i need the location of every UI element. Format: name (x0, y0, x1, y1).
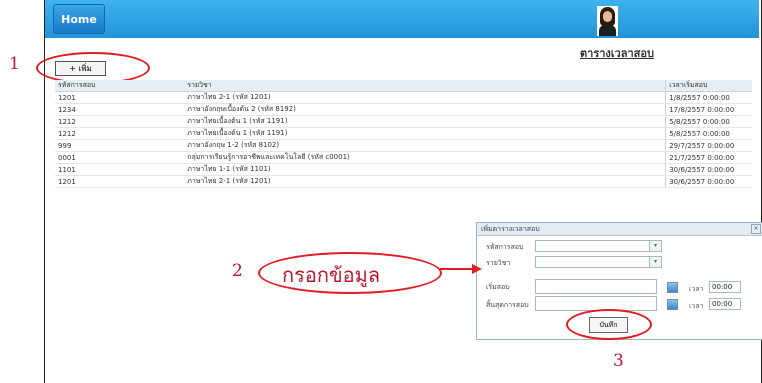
chevron-down-icon[interactable]: ▾ (649, 241, 661, 251)
cell-subject: ภาษาอังกฤษเบื้องต้น 2 (รหัส 8192) (184, 103, 666, 116)
cell-start-time: 30/6/2557 0:00:00 (665, 175, 752, 188)
table-row[interactable]: 1212 ภาษาไทยเบื้องต้น 1 (รหัส 1191) 5/8/25… (55, 115, 752, 128)
cell-exam-code: 999 (55, 139, 185, 152)
table-row[interactable]: 0001 กลุ่มการเรียนรู้การอาชีพและเทคโนโลยี… (55, 151, 752, 164)
table-row[interactable]: 1201 ภาษาไทย 2-1 (รหัส 1201) 1/8/2557 0:00… (55, 91, 752, 104)
table-header-row: รหัสการสอบ รายวิชา เวลาเริ่มสอบ (55, 80, 752, 92)
step-1-number: 1 (9, 54, 20, 74)
start-date-label: เริ่มสอบ (486, 283, 510, 291)
chevron-down-icon[interactable]: ▾ (649, 257, 661, 267)
cell-subject: ภาษาไทยเบื้องต้น 1 (รหัส 1191) (184, 115, 666, 128)
step-3-number: 3 (613, 351, 624, 371)
calendar-icon[interactable] (667, 282, 678, 293)
cell-exam-code: 1234 (55, 103, 185, 116)
start-date-input[interactable] (535, 279, 657, 294)
cell-subject: ภาษาอังกฤษ 1-2 (รหัส 8102) (184, 139, 666, 152)
dialog-titlebar: เพิ่มตารางเวลาสอบ × (477, 223, 762, 236)
exam-code-label: รหัสการสอบ (486, 243, 524, 251)
dialog-title: เพิ่มตารางเวลาสอบ (481, 225, 540, 233)
table-row[interactable]: 1212 ภาษาไทยเบื้องต้น 1 (รหัส 1191) 5/8/25… (55, 127, 752, 140)
cell-exam-code: 1101 (55, 163, 185, 176)
cell-subject: ภาษาไทยเบื้องต้น 1 (รหัส 1191) (184, 127, 666, 140)
user-avatar[interactable] (597, 6, 618, 36)
header-start-time[interactable]: เวลาเริ่มสอบ (665, 80, 752, 92)
end-time-input[interactable]: 00:00 (709, 298, 741, 310)
cell-start-time: 29/7/2557 0:00:00 (665, 139, 752, 152)
home-tab[interactable]: Home (53, 4, 105, 34)
step-2-number: 2 (232, 261, 243, 281)
cell-subject: ภาษาไทย 2-1 (รหัส 1201) (184, 175, 666, 188)
table-row[interactable]: 999 ภาษาอังกฤษ 1-2 (รหัส 8102) 29/7/2557 0… (55, 139, 752, 152)
avatar-body (599, 25, 616, 36)
cell-exam-code: 1201 (55, 91, 185, 104)
header-subject[interactable]: รายวิชา (184, 80, 666, 92)
arrow-right-icon (440, 264, 482, 274)
cell-start-time: 5/8/2557 0:00:00 (665, 115, 752, 128)
cell-start-time: 30/6/2557 0:00:00 (665, 163, 752, 176)
end-date-label: สิ้นสุดการสอบ (486, 301, 529, 309)
cell-subject: ภาษาไทย 1-1 (รหัส 1101) (184, 163, 666, 176)
exam-schedule-table: รหัสการสอบ รายวิชา เวลาเริ่มสอบ 1201 ภาษา… (55, 80, 752, 188)
cell-exam-code: 0001 (55, 151, 185, 164)
add-button[interactable]: + เพิ่ม (55, 61, 106, 76)
cell-start-time: 21/7/2557 0:00:00 (665, 151, 752, 164)
cell-start-time: 1/8/2557 0:00:00 (665, 91, 752, 104)
close-icon[interactable]: × (751, 224, 761, 234)
subject-label: รายวิชา (486, 259, 511, 267)
table-row[interactable]: 1101 ภาษาไทย 1-1 (รหัส 1101) 30/6/2557 0:0… (55, 163, 752, 176)
step-2-label: กรอกข้อมูล (282, 263, 381, 287)
cell-start-time: 17/8/2557 0:00:00 (665, 103, 752, 116)
avatar-face (603, 11, 612, 22)
calendar-icon[interactable] (667, 299, 678, 310)
top-navbar (45, 0, 759, 38)
cell-exam-code: 1212 (55, 127, 185, 140)
end-time-label: เวลา (689, 302, 704, 310)
subject-select[interactable]: ▾ (535, 256, 662, 268)
page-title: ตารางเวลาสอบ (580, 47, 654, 60)
cell-exam-code: 1212 (55, 115, 185, 128)
save-button[interactable]: บันทึก (589, 317, 628, 333)
cell-subject: กลุ่มการเรียนรู้การอาชีพและเทคโนโลยี (รห… (184, 151, 666, 164)
start-time-label: เวลา (689, 285, 704, 293)
start-time-input[interactable]: 00:00 (709, 281, 741, 293)
table-row[interactable]: 1234 ภาษาอังกฤษเบื้องต้น 2 (รหัส 8192) 17/… (55, 103, 752, 116)
table-row[interactable]: 1201 ภาษาไทย 2-1 (รหัส 1201) 30/6/2557 0:0… (55, 175, 752, 188)
cell-exam-code: 1201 (55, 175, 185, 188)
cell-subject: ภาษาไทย 2-1 (รหัส 1201) (184, 91, 666, 104)
exam-code-select[interactable]: ▾ (535, 240, 662, 252)
header-exam-code[interactable]: รหัสการสอบ (55, 80, 185, 92)
cell-start-time: 5/8/2557 0:00:00 (665, 127, 752, 140)
